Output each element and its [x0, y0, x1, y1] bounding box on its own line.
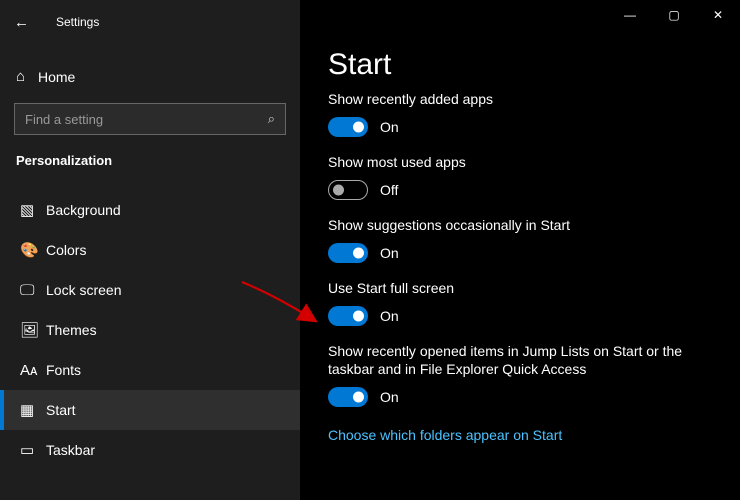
search-icon: ⌕ — [268, 111, 275, 127]
option-show-most-used: Show most used apps Off — [328, 153, 712, 200]
app-title: Settings — [56, 15, 99, 29]
toggle-state: On — [380, 119, 399, 135]
main-panel: Start Show recently added apps On Show m… — [300, 0, 740, 500]
nav-list: ▧ Background 🎨 Colors 🖵 Lock screen 🖼 Th… — [0, 190, 300, 470]
titlebar: ← Settings — [0, 6, 300, 38]
monitor-icon: 🖵 — [20, 282, 46, 299]
sidebar-item-fonts[interactable]: Aᴀ Fonts — [0, 350, 300, 390]
sidebar-item-label: Themes — [46, 322, 97, 338]
sidebar-item-label: Taskbar — [46, 442, 95, 458]
page-title: Start — [328, 48, 712, 82]
sidebar-item-colors[interactable]: 🎨 Colors — [0, 230, 300, 270]
toggle-state: On — [380, 245, 399, 261]
toggle-show-most-used[interactable] — [328, 180, 368, 200]
settings-window: ← Settings ⌂ Home Find a setting ⌕ Perso… — [0, 0, 740, 500]
search-placeholder: Find a setting — [25, 112, 103, 127]
fonts-icon: Aᴀ — [20, 362, 46, 379]
toggle-state: On — [380, 308, 399, 324]
window-controls: — ▢ ✕ — [608, 0, 740, 30]
toggle-jump-lists[interactable] — [328, 387, 368, 407]
option-show-suggestions: Show suggestions occasionally in Start O… — [328, 216, 712, 263]
nav-home[interactable]: ⌂ Home — [0, 58, 300, 95]
search-input[interactable]: Find a setting ⌕ — [14, 103, 286, 135]
sidebar-item-label: Start — [46, 402, 76, 418]
option-show-recently-added: Show recently added apps On — [328, 90, 712, 137]
option-use-fullscreen: Use Start full screen On — [328, 279, 712, 326]
option-jump-lists: Show recently opened items in Jump Lists… — [328, 342, 712, 408]
option-label: Show suggestions occasionally in Start — [328, 216, 712, 235]
toggle-use-fullscreen[interactable] — [328, 306, 368, 326]
nav-home-label: Home — [38, 69, 75, 85]
search-wrap: Find a setting ⌕ — [14, 103, 286, 135]
option-label: Show recently opened items in Jump Lists… — [328, 342, 712, 380]
option-label: Show recently added apps — [328, 90, 712, 109]
picture-icon: ▧ — [20, 201, 46, 219]
start-icon: ▦ — [20, 401, 46, 419]
sidebar-item-start[interactable]: ▦ Start — [0, 390, 300, 430]
sidebar-item-label: Lock screen — [46, 282, 121, 298]
minimize-button[interactable]: — — [608, 0, 652, 30]
sidebar-item-background[interactable]: ▧ Background — [0, 190, 300, 230]
sidebar: ← Settings ⌂ Home Find a setting ⌕ Perso… — [0, 0, 300, 500]
close-button[interactable]: ✕ — [696, 0, 740, 30]
toggle-show-suggestions[interactable] — [328, 243, 368, 263]
option-label: Show most used apps — [328, 153, 712, 172]
sidebar-item-label: Colors — [46, 242, 86, 258]
choose-folders-link[interactable]: Choose which folders appear on Start — [328, 427, 562, 443]
back-button[interactable]: ← — [14, 14, 38, 31]
category-label: Personalization — [0, 147, 300, 178]
sidebar-item-taskbar[interactable]: ▭ Taskbar — [0, 430, 300, 470]
toggle-show-recently-added[interactable] — [328, 117, 368, 137]
themes-icon: 🖼 — [20, 321, 46, 339]
sidebar-item-label: Fonts — [46, 362, 81, 378]
sidebar-item-lock-screen[interactable]: 🖵 Lock screen — [0, 270, 300, 310]
sidebar-item-label: Background — [46, 202, 121, 218]
toggle-state: Off — [380, 182, 398, 198]
taskbar-icon: ▭ — [20, 441, 46, 459]
toggle-state: On — [380, 389, 399, 405]
option-label: Use Start full screen — [328, 279, 712, 298]
maximize-button[interactable]: ▢ — [652, 0, 696, 30]
palette-icon: 🎨 — [20, 241, 46, 259]
sidebar-item-themes[interactable]: 🖼 Themes — [0, 310, 300, 350]
home-icon: ⌂ — [16, 68, 38, 85]
